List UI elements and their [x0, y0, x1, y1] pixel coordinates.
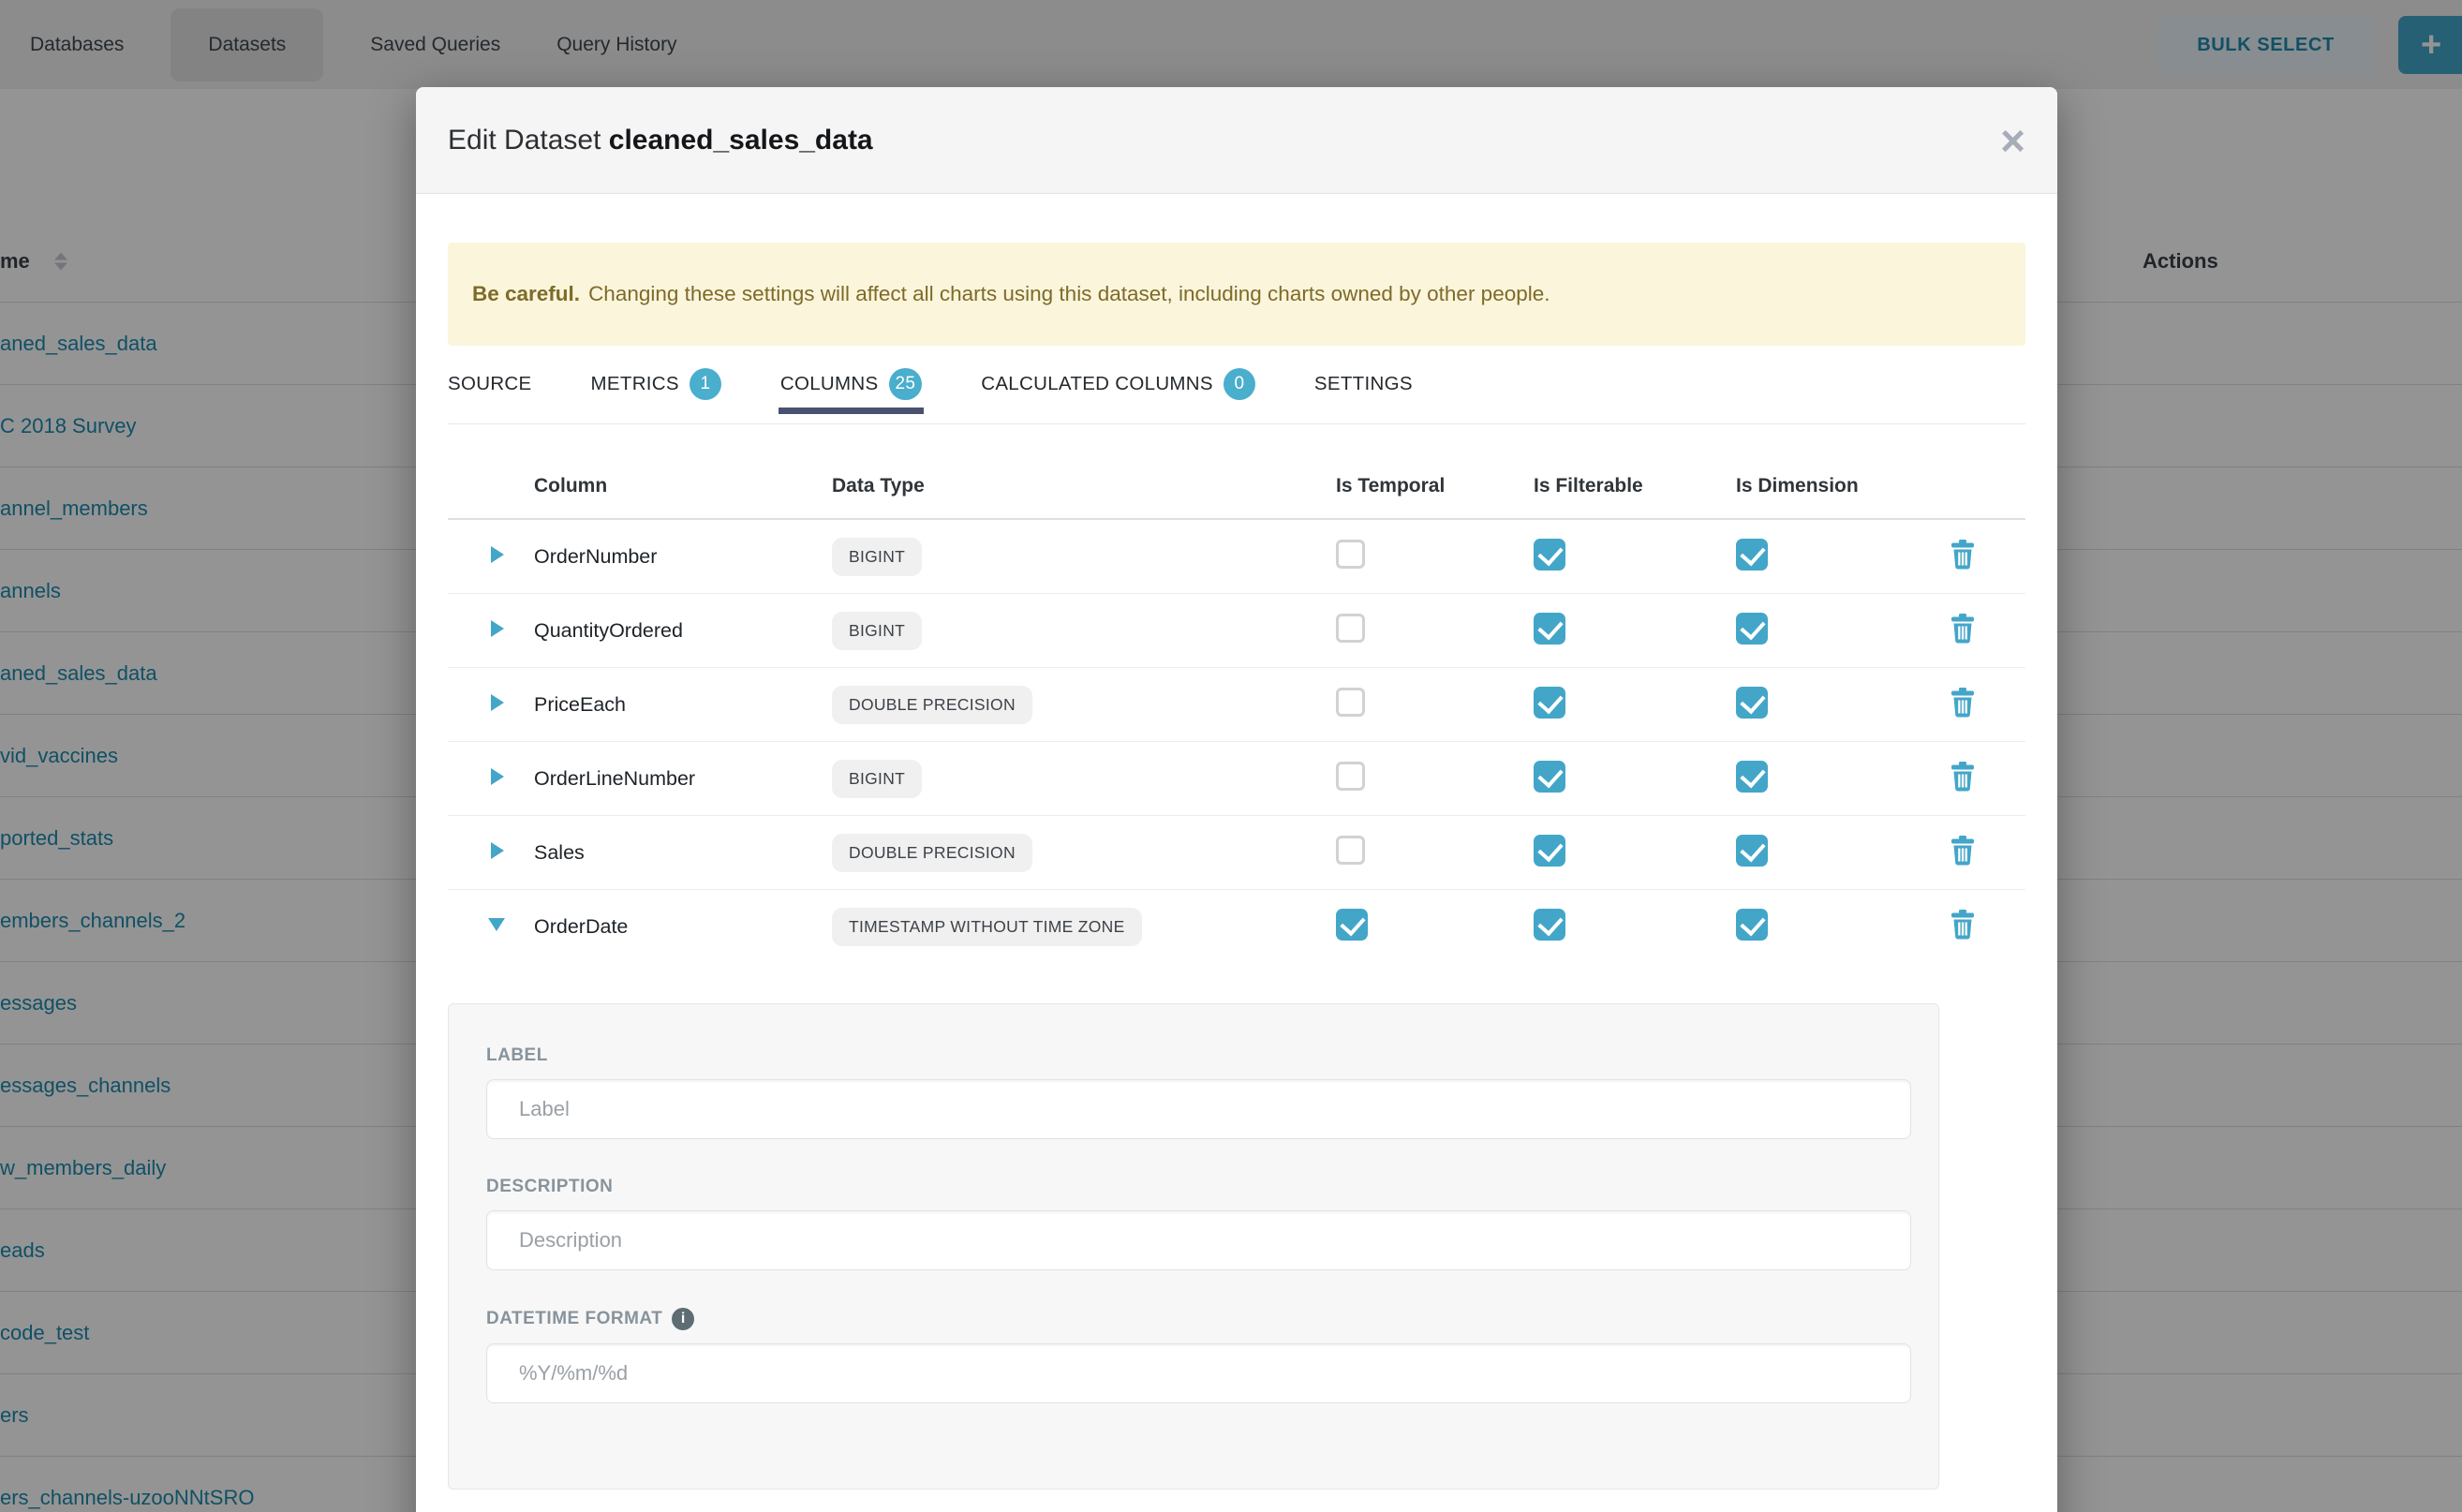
modal-title-prefix: Edit Dataset: [448, 125, 601, 156]
column-name: Sales: [534, 841, 832, 865]
column-row-OrderLineNumber: OrderLineNumberBIGINT: [448, 742, 2025, 816]
column-row-QuantityOrdered: QuantityOrderedBIGINT: [448, 594, 2025, 668]
info-icon[interactable]: i: [672, 1308, 694, 1330]
tab-label: SETTINGS: [1314, 373, 1413, 395]
is-dimension-checkbox[interactable]: [1736, 835, 1768, 867]
column-name: OrderDate: [534, 915, 832, 939]
tab-calculated-columns[interactable]: CALCULATED COLUMNS 0: [981, 358, 1255, 410]
is-dimension-checkbox[interactable]: [1736, 687, 1768, 719]
is-temporal-checkbox[interactable]: [1336, 688, 1365, 717]
column-editor-panel: LABEL DESCRIPTION DATETIME FORMAT i: [448, 1003, 1939, 1490]
description-field-group: DESCRIPTION: [486, 1177, 1911, 1270]
label-input[interactable]: [486, 1079, 1911, 1139]
is-filterable-checkbox[interactable]: [1534, 835, 1565, 867]
trash-icon[interactable]: [1950, 910, 1975, 940]
trash-icon[interactable]: [1950, 762, 1975, 792]
is-temporal-checkbox[interactable]: [1336, 614, 1365, 643]
trash-icon[interactable]: [1950, 614, 1975, 644]
is-dimension-checkbox[interactable]: [1736, 539, 1768, 571]
tab-count-badge: 25: [889, 368, 923, 400]
column-name: OrderLineNumber: [534, 767, 832, 791]
column-name: PriceEach: [534, 693, 832, 717]
data-type-pill: DOUBLE PRECISION: [832, 686, 1032, 724]
tab-bar: SOURCE METRICS 1 COLUMNS 25 CALCULATED COLUMN…: [448, 358, 2025, 424]
is-temporal-header: Is Temporal: [1336, 475, 1534, 497]
expand-caret-icon[interactable]: [491, 694, 504, 711]
tab-count-badge: 1: [690, 368, 721, 400]
tab-settings[interactable]: SETTINGS: [1314, 358, 1413, 410]
is-filterable-header: Is Filterable: [1534, 475, 1736, 497]
datetime-format-field-group: DATETIME FORMAT i: [486, 1308, 1911, 1403]
is-filterable-checkbox[interactable]: [1534, 539, 1565, 571]
columns-table: Column Data Type Is Temporal Is Filterab…: [448, 424, 2025, 963]
is-filterable-checkbox[interactable]: [1534, 761, 1565, 793]
columns-table-body: OrderNumberBIGINTQuantityOrderedBIGINTPr…: [448, 520, 2025, 963]
column-header: Column: [534, 475, 832, 497]
is-dimension-checkbox[interactable]: [1736, 909, 1768, 941]
data-type-header: Data Type: [832, 475, 1336, 497]
column-name: OrderNumber: [534, 545, 832, 569]
label-field-label: LABEL: [486, 1045, 1911, 1066]
tab-label: METRICS: [591, 373, 679, 395]
screen: DatabasesDatasetsSaved QueriesQuery Hist…: [0, 0, 2462, 1512]
tab-columns[interactable]: COLUMNS 25: [780, 358, 922, 410]
modal-body: Be careful. Changing these settings will…: [416, 243, 2057, 1490]
data-type-pill: TIMESTAMP WITHOUT TIME ZONE: [832, 908, 1142, 946]
is-temporal-checkbox[interactable]: [1336, 762, 1365, 791]
close-icon[interactable]: ×: [2000, 119, 2025, 162]
warning-banner: Be careful. Changing these settings will…: [448, 243, 2025, 346]
modal-title: Edit Dataset cleaned_sales_data: [448, 125, 873, 156]
modal-header: Edit Dataset cleaned_sales_data ×: [416, 87, 2057, 194]
dataset-name: cleaned_sales_data: [609, 125, 873, 156]
column-row-OrderDate: OrderDateTIMESTAMP WITHOUT TIME ZONE: [448, 890, 2025, 963]
tab-count-badge: 0: [1224, 368, 1255, 400]
description-field-label: DESCRIPTION: [486, 1177, 1911, 1197]
tab-source[interactable]: SOURCE: [448, 358, 532, 410]
trash-icon[interactable]: [1950, 540, 1975, 570]
collapse-caret-icon[interactable]: [488, 918, 505, 931]
is-filterable-checkbox[interactable]: [1534, 909, 1565, 941]
tab-label: CALCULATED COLUMNS: [981, 373, 1213, 395]
expand-caret-icon[interactable]: [491, 546, 504, 563]
trash-icon[interactable]: [1950, 688, 1975, 718]
data-type-pill: BIGINT: [832, 612, 922, 650]
edit-dataset-modal: Edit Dataset cleaned_sales_data × Be car…: [416, 87, 2057, 1512]
is-filterable-checkbox[interactable]: [1534, 687, 1565, 719]
warning-bold: Be careful.: [472, 282, 580, 306]
tab-label: COLUMNS: [780, 373, 879, 395]
tab-label: SOURCE: [448, 373, 532, 395]
column-row-Sales: SalesDOUBLE PRECISION: [448, 816, 2025, 890]
is-dimension-checkbox[interactable]: [1736, 613, 1768, 645]
datetime-format-field-label: DATETIME FORMAT i: [486, 1308, 1911, 1330]
is-dimension-header: Is Dimension: [1736, 475, 1934, 497]
is-temporal-checkbox[interactable]: [1336, 909, 1368, 941]
data-type-pill: DOUBLE PRECISION: [832, 834, 1032, 872]
warning-text: Changing these settings will affect all …: [588, 282, 1550, 306]
column-name: QuantityOrdered: [534, 619, 832, 643]
data-type-pill: BIGINT: [832, 760, 922, 798]
label-field-group: LABEL: [486, 1045, 1911, 1139]
is-filterable-checkbox[interactable]: [1534, 613, 1565, 645]
datetime-format-label-text: DATETIME FORMAT: [486, 1309, 662, 1329]
column-row-OrderNumber: OrderNumberBIGINT: [448, 520, 2025, 594]
expand-caret-icon[interactable]: [491, 768, 504, 785]
expand-caret-icon[interactable]: [491, 620, 504, 637]
data-type-pill: BIGINT: [832, 538, 922, 576]
trash-icon[interactable]: [1950, 836, 1975, 866]
columns-table-header: Column Data Type Is Temporal Is Filterab…: [448, 424, 2025, 520]
is-temporal-checkbox[interactable]: [1336, 540, 1365, 569]
datetime-format-input[interactable]: [486, 1343, 1911, 1403]
is-temporal-checkbox[interactable]: [1336, 836, 1365, 865]
description-input[interactable]: [486, 1210, 1911, 1270]
column-row-PriceEach: PriceEachDOUBLE PRECISION: [448, 668, 2025, 742]
is-dimension-checkbox[interactable]: [1736, 761, 1768, 793]
expand-caret-icon[interactable]: [491, 842, 504, 859]
tab-metrics[interactable]: METRICS 1: [591, 358, 721, 410]
